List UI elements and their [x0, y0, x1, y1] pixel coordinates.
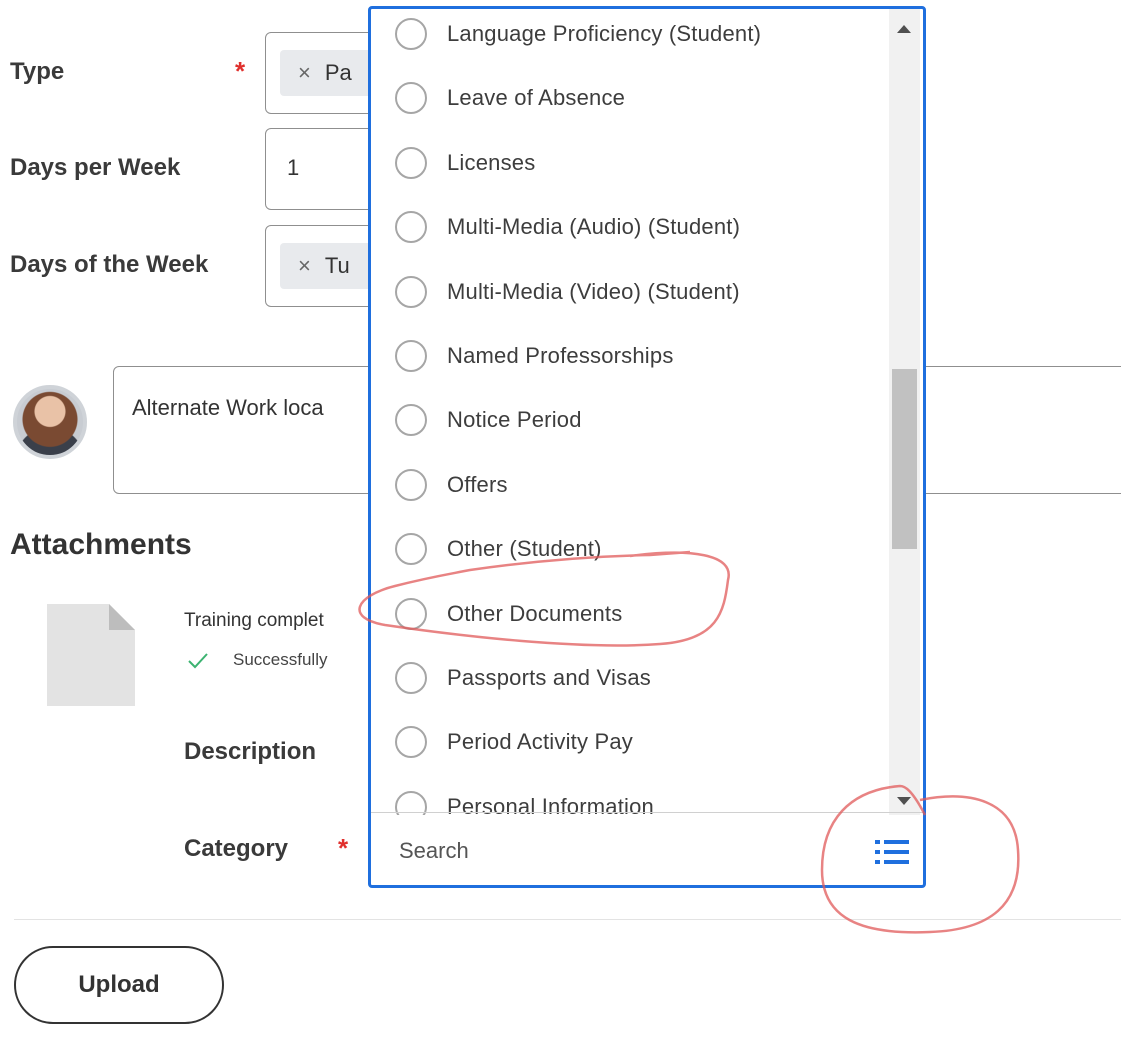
category-option[interactable]: Multi-Media (Video) (Student) — [371, 260, 889, 324]
radio-button[interactable] — [395, 726, 427, 759]
avatar — [13, 385, 87, 459]
category-option[interactable]: Personal Information — [371, 775, 889, 815]
scroll-up-arrow-icon[interactable] — [897, 25, 911, 33]
type-label: Type — [10, 58, 65, 85]
category-option[interactable]: Other (Student) — [371, 517, 889, 581]
category-option-label: Leave of Absence — [447, 85, 626, 111]
category-option[interactable]: Notice Period — [371, 388, 889, 452]
category-option[interactable]: Offers — [371, 453, 889, 517]
category-option[interactable]: Multi-Media (Audio) (Student) — [371, 195, 889, 259]
scrollbar-thumb[interactable] — [892, 369, 917, 549]
divider — [14, 919, 1121, 920]
category-option[interactable]: Language Proficiency (Student) — [371, 9, 889, 66]
category-option-label: Passports and Visas — [447, 665, 651, 690]
category-search-input[interactable] — [397, 836, 841, 865]
category-option-label: Multi-Media (Audio) (Student) — [447, 214, 741, 240]
category-option[interactable]: Period Activity Pay — [371, 710, 889, 774]
list-view-icon[interactable] — [875, 838, 909, 866]
type-required-mark: * — [235, 56, 246, 86]
radio-button[interactable] — [395, 82, 427, 115]
radio-button[interactable] — [395, 340, 427, 372]
remove-type-icon[interactable]: × — [298, 60, 311, 86]
category-option-label: Notice Period — [447, 407, 582, 433]
upload-status-text: Successfully — [233, 650, 328, 669]
category-option[interactable]: Named Professorships — [371, 324, 889, 388]
category-option[interactable]: Leave of Absence — [371, 66, 889, 130]
attachment-file-name[interactable]: Training complet — [184, 610, 324, 632]
radio-button[interactable] — [395, 146, 427, 179]
dropdown-search-bar — [371, 812, 923, 885]
category-option-label: Other (Student) — [447, 536, 602, 562]
radio-button[interactable] — [395, 468, 427, 501]
category-option[interactable]: Passports and Visas — [371, 646, 889, 710]
file-icon — [47, 604, 135, 706]
category-option-label: Named Professorships — [447, 343, 674, 368]
check-icon — [188, 653, 208, 669]
attachments-heading: Attachments — [10, 528, 192, 561]
category-option-label: Language Proficiency (Student) — [447, 21, 762, 46]
scrollbar[interactable] — [889, 9, 920, 815]
days-per-week-value: 1 — [287, 155, 300, 180]
category-option[interactable]: Licenses — [371, 131, 889, 195]
category-option[interactable]: Other Documents — [371, 582, 889, 646]
scroll-down-arrow-icon[interactable] — [897, 797, 911, 805]
category-option-label: Period Activity Pay — [447, 729, 633, 755]
category-required-mark: * — [338, 833, 349, 863]
radio-button[interactable] — [395, 597, 427, 630]
days-per-week-label: Days per Week — [10, 154, 181, 181]
description-label: Description — [184, 738, 317, 765]
category-dropdown[interactable]: Language Proficiency (Student) Leave of A… — [368, 6, 926, 888]
type-pill-text: Pa — [324, 60, 352, 85]
category-option-label: Licenses — [447, 149, 536, 175]
category-option-label: Offers — [447, 471, 508, 497]
radio-button[interactable] — [395, 662, 427, 694]
remove-day-icon[interactable]: × — [298, 253, 311, 279]
radio-button[interactable] — [395, 18, 427, 50]
category-option-label: Other Documents — [447, 600, 623, 626]
radio-button[interactable] — [395, 211, 427, 244]
radio-button[interactable] — [395, 533, 427, 566]
days-of-week-label: Days of the Week — [10, 251, 209, 278]
radio-button[interactable] — [395, 275, 427, 308]
category-option-list[interactable]: Language Proficiency (Student) Leave of A… — [371, 9, 889, 815]
upload-button[interactable]: Upload — [14, 946, 224, 1024]
radio-button[interactable] — [395, 404, 427, 437]
comment-text: Alternate Work loca — [132, 395, 324, 420]
days-of-week-pill-text: Tu — [324, 253, 350, 278]
category-option-label: Multi-Media (Video) (Student) — [447, 278, 740, 304]
category-label: Category — [184, 835, 289, 862]
